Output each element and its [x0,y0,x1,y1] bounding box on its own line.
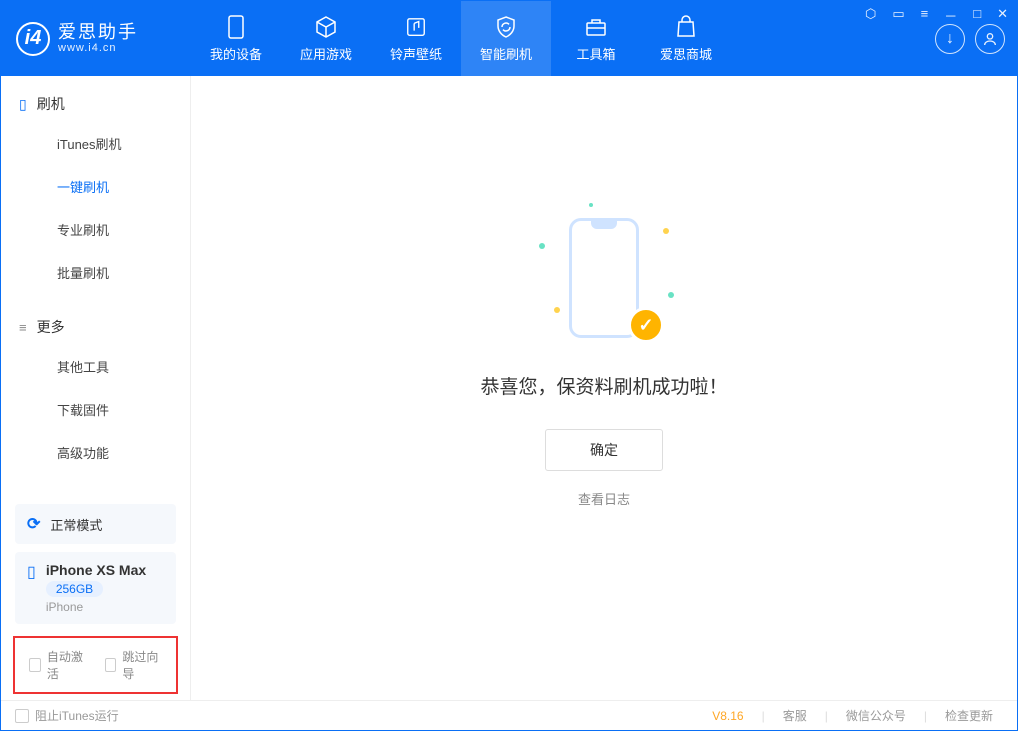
tab-store[interactable]: 爱思商城 [641,1,731,76]
service-link[interactable]: 客服 [773,707,817,724]
tab-flash[interactable]: 智能刷机 [461,1,551,76]
mode-card[interactable]: ⟳ 正常模式 [15,504,176,544]
sidebar-item-advanced[interactable]: 高级功能 [1,431,190,474]
app-title: 爱思助手 [58,23,138,43]
list-icon: ≡ [19,320,27,335]
shield-sync-icon [494,15,518,39]
footer: 阻止iTunes运行 V8.16 | 客服 | 微信公众号 | 检查更新 [1,700,1017,730]
app-url: www.i4.cn [58,42,138,54]
music-icon [404,15,428,39]
checkbox-block-itunes[interactable]: 阻止iTunes运行 [15,707,119,724]
checkbox-icon [15,709,29,723]
confirm-button[interactable]: 确定 [545,429,663,471]
logo-icon: i4 [16,22,50,56]
bag-icon [674,15,698,39]
update-link[interactable]: 检查更新 [935,707,1003,724]
mode-label: 正常模式 [50,515,102,534]
tab-apps[interactable]: 应用游戏 [281,1,371,76]
device-name: iPhone XS Max [46,562,146,578]
menu-icon[interactable]: ▭ [888,4,908,27]
check-badge-icon: ✓ [628,307,664,343]
shirt-icon[interactable]: ⬡ [861,4,880,27]
sidebar-item-oneclick[interactable]: 一键刷机 [1,165,190,208]
success-message: 恭喜您，保资料刷机成功啦！ [480,372,727,399]
tab-device[interactable]: 我的设备 [191,1,281,76]
phone-icon [224,15,248,39]
main-tabs: 我的设备 应用游戏 铃声壁纸 智能刷机 工具箱 爱思商城 [191,1,731,76]
sidebar-item-firmware[interactable]: 下载固件 [1,388,190,431]
content-area: ✓ 恭喜您，保资料刷机成功啦！ 确定 查看日志 [191,76,1017,700]
checkbox-skip-guide[interactable]: 跳过向导 [105,648,163,682]
sidebar: ▯ 刷机 iTunes刷机 一键刷机 专业刷机 批量刷机 ≡ 更多 其他工具 下… [1,76,191,700]
tab-tools[interactable]: 工具箱 [551,1,641,76]
sidebar-head-flash: ▯ 刷机 [1,94,190,114]
device-type: iPhone [46,600,146,614]
tab-label: 爱思商城 [660,44,712,63]
download-button[interactable]: ↓ [935,24,965,54]
cube-icon [314,15,338,39]
wechat-link[interactable]: 微信公众号 [836,707,916,724]
logo: i4 爱思助手 www.i4.cn [1,22,191,56]
device-capacity: 256GB [46,581,103,597]
options-highlight: 自动激活 跳过向导 [13,636,178,694]
device-icon: ▯ [19,96,27,113]
close-button[interactable]: ✕ [993,4,1012,27]
sidebar-head-more: ≡ 更多 [1,317,190,337]
view-log-link[interactable]: 查看日志 [578,489,630,508]
tab-label: 我的设备 [210,44,262,63]
user-button[interactable] [975,24,1005,54]
checkbox-label: 跳过向导 [122,648,162,682]
tab-ring[interactable]: 铃声壁纸 [371,1,461,76]
list-icon[interactable]: ≡ [917,4,933,27]
checkbox-icon [29,658,41,672]
sidebar-item-itunes[interactable]: iTunes刷机 [1,122,190,165]
device-card[interactable]: ▯ iPhone XS Max 256GB iPhone [15,552,176,624]
checkbox-label: 阻止iTunes运行 [35,707,119,724]
sync-icon: ⟳ [27,514,40,534]
tab-label: 铃声壁纸 [390,44,442,63]
phone-icon: ▯ [27,562,36,582]
tab-label: 智能刷机 [480,44,532,63]
sidebar-item-batch[interactable]: 批量刷机 [1,251,190,294]
version-label: V8.16 [712,709,743,723]
tab-label: 工具箱 [576,44,615,63]
sidebar-item-other[interactable]: 其他工具 [1,345,190,388]
tab-label: 应用游戏 [300,44,352,63]
checkbox-label: 自动激活 [47,648,87,682]
maximize-button[interactable]: □ [969,4,985,27]
checkbox-auto-activate[interactable]: 自动激活 [29,648,87,682]
success-illustration: ✓ [534,208,674,348]
toolbox-icon [584,15,608,39]
checkbox-icon [105,658,117,672]
sidebar-item-pro[interactable]: 专业刷机 [1,208,190,251]
